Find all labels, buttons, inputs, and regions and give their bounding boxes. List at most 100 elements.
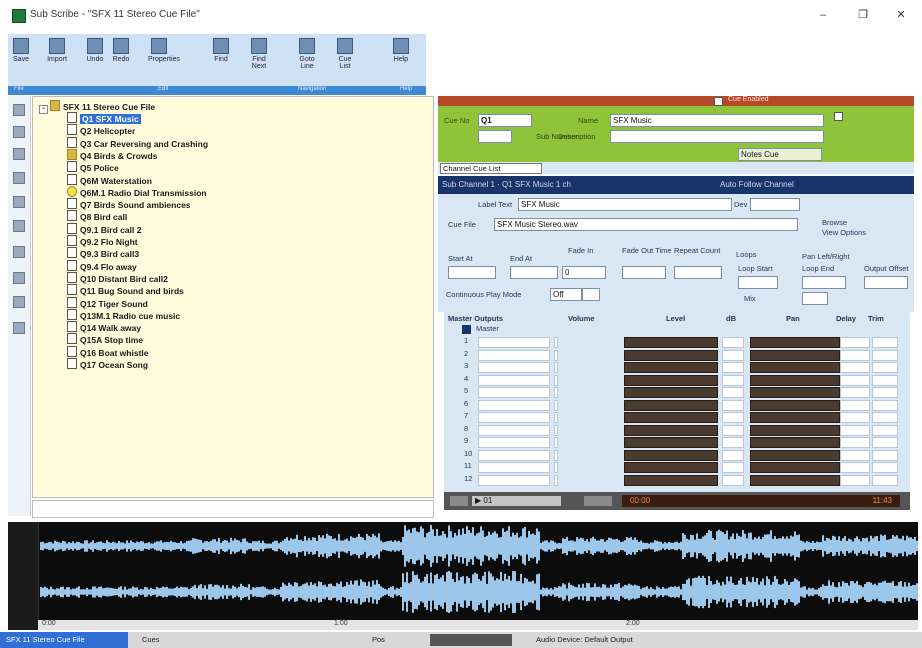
delay-cell[interactable] [840, 437, 870, 448]
pan-meter[interactable] [750, 399, 840, 411]
cue-no-field[interactable]: Q1 [478, 114, 532, 127]
spacer-cell[interactable] [554, 449, 558, 461]
level-meter[interactable] [624, 399, 718, 411]
trim-cell[interactable] [872, 474, 898, 486]
level-meter[interactable] [624, 462, 718, 473]
pan-meter[interactable] [750, 462, 840, 473]
level-meter[interactable] [624, 362, 718, 373]
db-cell[interactable] [722, 337, 744, 348]
grid-row[interactable]: 4 [444, 374, 910, 386]
db-cell[interactable] [722, 349, 744, 361]
pan-meter[interactable] [750, 374, 840, 386]
tree-node[interactable]: Q1 SFX Music [67, 112, 141, 124]
loop-end-field[interactable] [802, 276, 846, 289]
delete-icon[interactable] [13, 272, 25, 284]
view-options-button[interactable]: View Options [822, 228, 866, 237]
output-cell[interactable] [478, 399, 550, 411]
grid-row[interactable]: 1 [444, 336, 910, 348]
pointer-icon[interactable] [13, 104, 25, 116]
spacer-cell[interactable] [554, 374, 558, 386]
tree-node[interactable]: Q16 Boat whistle [67, 345, 149, 358]
output-offset-field[interactable] [864, 276, 908, 289]
pan-meter[interactable] [750, 349, 840, 361]
tree-node[interactable]: Q8 Bird call [67, 210, 127, 222]
ribbon-button[interactable]: Redo [110, 38, 132, 63]
label-text-field[interactable]: SFX Music [518, 198, 732, 211]
tree-node[interactable]: Q9.4 Flo away [67, 259, 137, 272]
ribbon-button[interactable]: Properties [148, 38, 180, 63]
tree-node[interactable]: Q2 Helicopter [67, 124, 135, 136]
minimize-button[interactable]: – [808, 8, 838, 22]
grid-row[interactable]: 8 [444, 424, 910, 436]
grid-row[interactable]: 10 [444, 449, 910, 461]
trim-cell[interactable] [872, 374, 898, 386]
db-cell[interactable] [722, 437, 744, 448]
delay-cell[interactable] [840, 337, 870, 348]
delay-cell[interactable] [840, 349, 870, 361]
grid-row[interactable]: 3 [444, 361, 910, 373]
name-field[interactable]: SFX Music [610, 114, 824, 127]
output-cell[interactable] [478, 362, 550, 373]
cue-sub-field[interactable] [478, 130, 512, 143]
ribbon-button[interactable]: Save [10, 38, 32, 63]
pan-meter[interactable] [750, 362, 840, 373]
db-cell[interactable] [722, 362, 744, 373]
level-meter[interactable] [624, 374, 718, 386]
ribbon-button[interactable]: Find [210, 38, 232, 63]
spacer-cell[interactable] [554, 412, 558, 423]
repeat-count-field[interactable] [674, 266, 722, 279]
cue-file-field[interactable]: SFX Music Stereo.wav [494, 218, 798, 231]
trim-cell[interactable] [872, 462, 898, 473]
level-meter[interactable] [624, 337, 718, 348]
trim-cell[interactable] [872, 387, 898, 398]
trim-cell[interactable] [872, 337, 898, 348]
channel-cue-list-tab[interactable]: Channel Cue List [440, 163, 542, 174]
delay-cell[interactable] [840, 399, 870, 411]
grid-row-master[interactable]: Master [444, 324, 910, 335]
tree-node[interactable]: Q15A Stop time [67, 333, 143, 345]
level-meter[interactable] [624, 387, 718, 398]
level-meter[interactable] [624, 412, 718, 423]
wrench-icon[interactable] [13, 296, 25, 308]
delay-cell[interactable] [840, 374, 870, 386]
level-meter[interactable] [624, 449, 718, 461]
ribbon-button[interactable]: Import [46, 38, 68, 63]
spacer-cell[interactable] [554, 349, 558, 361]
level-meter[interactable] [624, 424, 718, 436]
pan-meter[interactable] [750, 449, 840, 461]
dev-field[interactable] [750, 198, 800, 211]
tree-root[interactable]: − SFX 11 Stereo Cue File [39, 100, 155, 114]
output-cell[interactable] [478, 462, 550, 473]
fade-out-field[interactable] [622, 266, 666, 279]
list-icon[interactable] [13, 126, 25, 138]
db-cell[interactable] [722, 387, 744, 398]
ribbon-button[interactable]: Help [390, 38, 412, 63]
db-cell[interactable] [722, 399, 744, 411]
delay-cell[interactable] [840, 462, 870, 473]
continuous-play-dropdown[interactable] [582, 288, 600, 301]
pan-meter[interactable] [750, 424, 840, 436]
tree-node[interactable]: Q17 Ocean Song [67, 358, 148, 370]
cue-enabled-checkbox[interactable] [714, 97, 723, 106]
tree-node[interactable]: Q6M Waterstation [67, 173, 152, 186]
output-cell[interactable] [478, 449, 550, 461]
tree-node[interactable]: Q11 Bug Sound and birds [67, 284, 184, 296]
grid-row[interactable]: 5 [444, 386, 910, 398]
tree-node[interactable]: Q10 Distant Bird call2 [67, 271, 168, 284]
output-cell[interactable] [478, 424, 550, 436]
level-meter[interactable] [624, 349, 718, 361]
play-icon[interactable] [13, 172, 25, 184]
delay-cell[interactable] [840, 424, 870, 436]
ribbon-button[interactable]: Find Next [248, 38, 270, 70]
db-cell[interactable] [722, 424, 744, 436]
tree-node[interactable]: Q9.3 Bird call3 [67, 247, 139, 259]
description-field[interactable] [610, 130, 824, 143]
pan-meter[interactable] [750, 412, 840, 423]
output-cell[interactable] [478, 374, 550, 386]
pan-meter[interactable] [750, 437, 840, 448]
transport-stop-button[interactable] [584, 496, 612, 506]
loop-start-field[interactable] [738, 276, 778, 289]
end-at-field[interactable] [510, 266, 558, 279]
pan-meter[interactable] [750, 474, 840, 486]
tree-node[interactable]: Q9.1 Bird call 2 [67, 222, 141, 235]
